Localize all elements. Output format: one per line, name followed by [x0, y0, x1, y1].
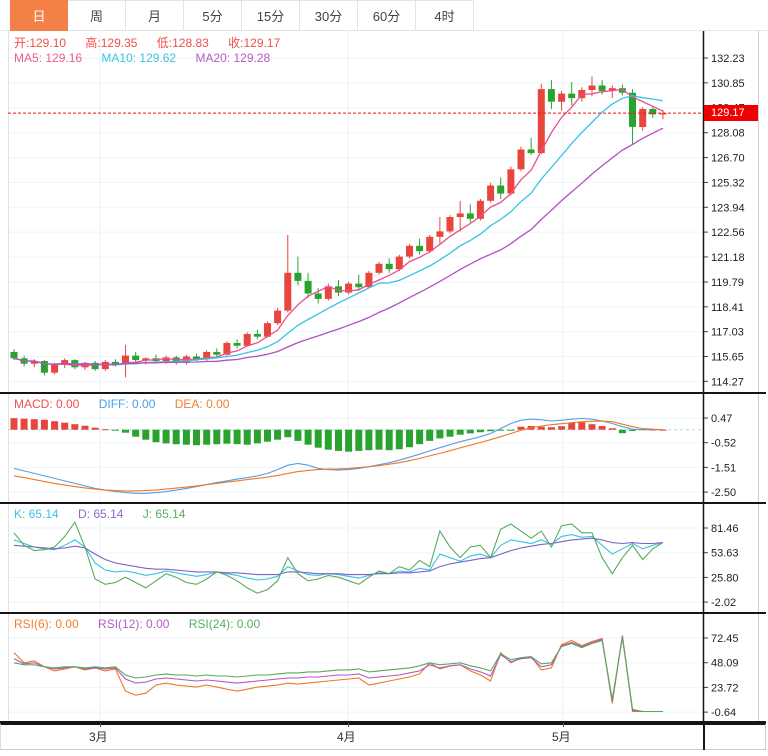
y-axis-label: 114.27 — [711, 376, 744, 388]
x-axis — [0, 723, 766, 750]
y-axis-label: 125.32 — [711, 177, 745, 189]
y-axis-label: 23.72 — [711, 682, 739, 694]
candlestick-chart[interactable]: 132.23130.85129.47128.08126.70125.32123.… — [0, 31, 768, 394]
tab-15min[interactable]: 15分 — [242, 0, 300, 31]
y-axis-label: 72.45 — [711, 633, 739, 645]
y-axis-label: 122.56 — [711, 227, 745, 239]
y-axis-label: 117.03 — [711, 327, 744, 339]
axis-line — [703, 723, 705, 750]
tab-month[interactable]: 月 — [126, 0, 184, 31]
x-axis-tick — [563, 723, 564, 727]
y-axis-label: 81.46 — [711, 523, 739, 535]
y-axis-label: 118.41 — [711, 302, 744, 314]
tab-day[interactable]: 日 — [10, 0, 68, 31]
y-axis-label: 128.08 — [711, 128, 745, 140]
y-axis-label: -0.52 — [711, 438, 736, 450]
kdj-chart[interactable]: 81.46 53.63 25.80 -2.02 — [0, 504, 768, 614]
timeframe-tabs: 日 周 月 5分 15分 30分 60分 4时 — [0, 0, 768, 31]
tab-week[interactable]: 周 — [68, 0, 126, 31]
current-price-badge: 129.17 — [704, 105, 758, 122]
tab-30min[interactable]: 30分 — [300, 0, 358, 31]
y-axis-label: 25.80 — [711, 572, 739, 584]
y-axis-label: -1.51 — [711, 462, 736, 474]
y-axis-label: 0.47 — [711, 413, 732, 425]
stock-chart-app: 日 周 月 5分 15分 30分 60分 4时 132.23 130.85 129.… — [0, 0, 768, 756]
y-axis-label: 132.23 — [711, 53, 745, 65]
x-axis-tick — [348, 723, 349, 727]
month-label-march: 3月 — [89, 730, 108, 744]
month-label-may: 5月 — [552, 730, 571, 744]
y-axis-label: 130.85 — [711, 78, 745, 90]
y-axis-label: -2.50 — [711, 487, 736, 499]
y-axis-label: 119.79 — [711, 277, 744, 289]
month-label-april: 4月 — [337, 730, 356, 744]
y-axis-label: -2.02 — [711, 597, 736, 609]
rsi-chart[interactable]: 72.45 48.09 23.72 -0.64 — [0, 614, 768, 723]
y-axis-label: 115.65 — [711, 352, 744, 364]
macd-chart[interactable]: 0.47 -0.52 -1.51 -2.50 — [0, 394, 768, 504]
tab-60min[interactable]: 60分 — [358, 0, 416, 31]
y-axis-label: 126.70 — [711, 153, 745, 165]
y-axis-label: 53.63 — [711, 548, 739, 560]
tab-5min[interactable]: 5分 — [184, 0, 242, 31]
x-axis-tick — [100, 723, 101, 727]
tab-4hour[interactable]: 4时 — [416, 0, 474, 31]
y-axis-label: 123.94 — [711, 202, 745, 214]
y-axis-label: 121.18 — [711, 252, 745, 264]
y-axis-label: -0.64 — [711, 707, 736, 719]
y-axis-label: 48.09 — [711, 658, 739, 670]
